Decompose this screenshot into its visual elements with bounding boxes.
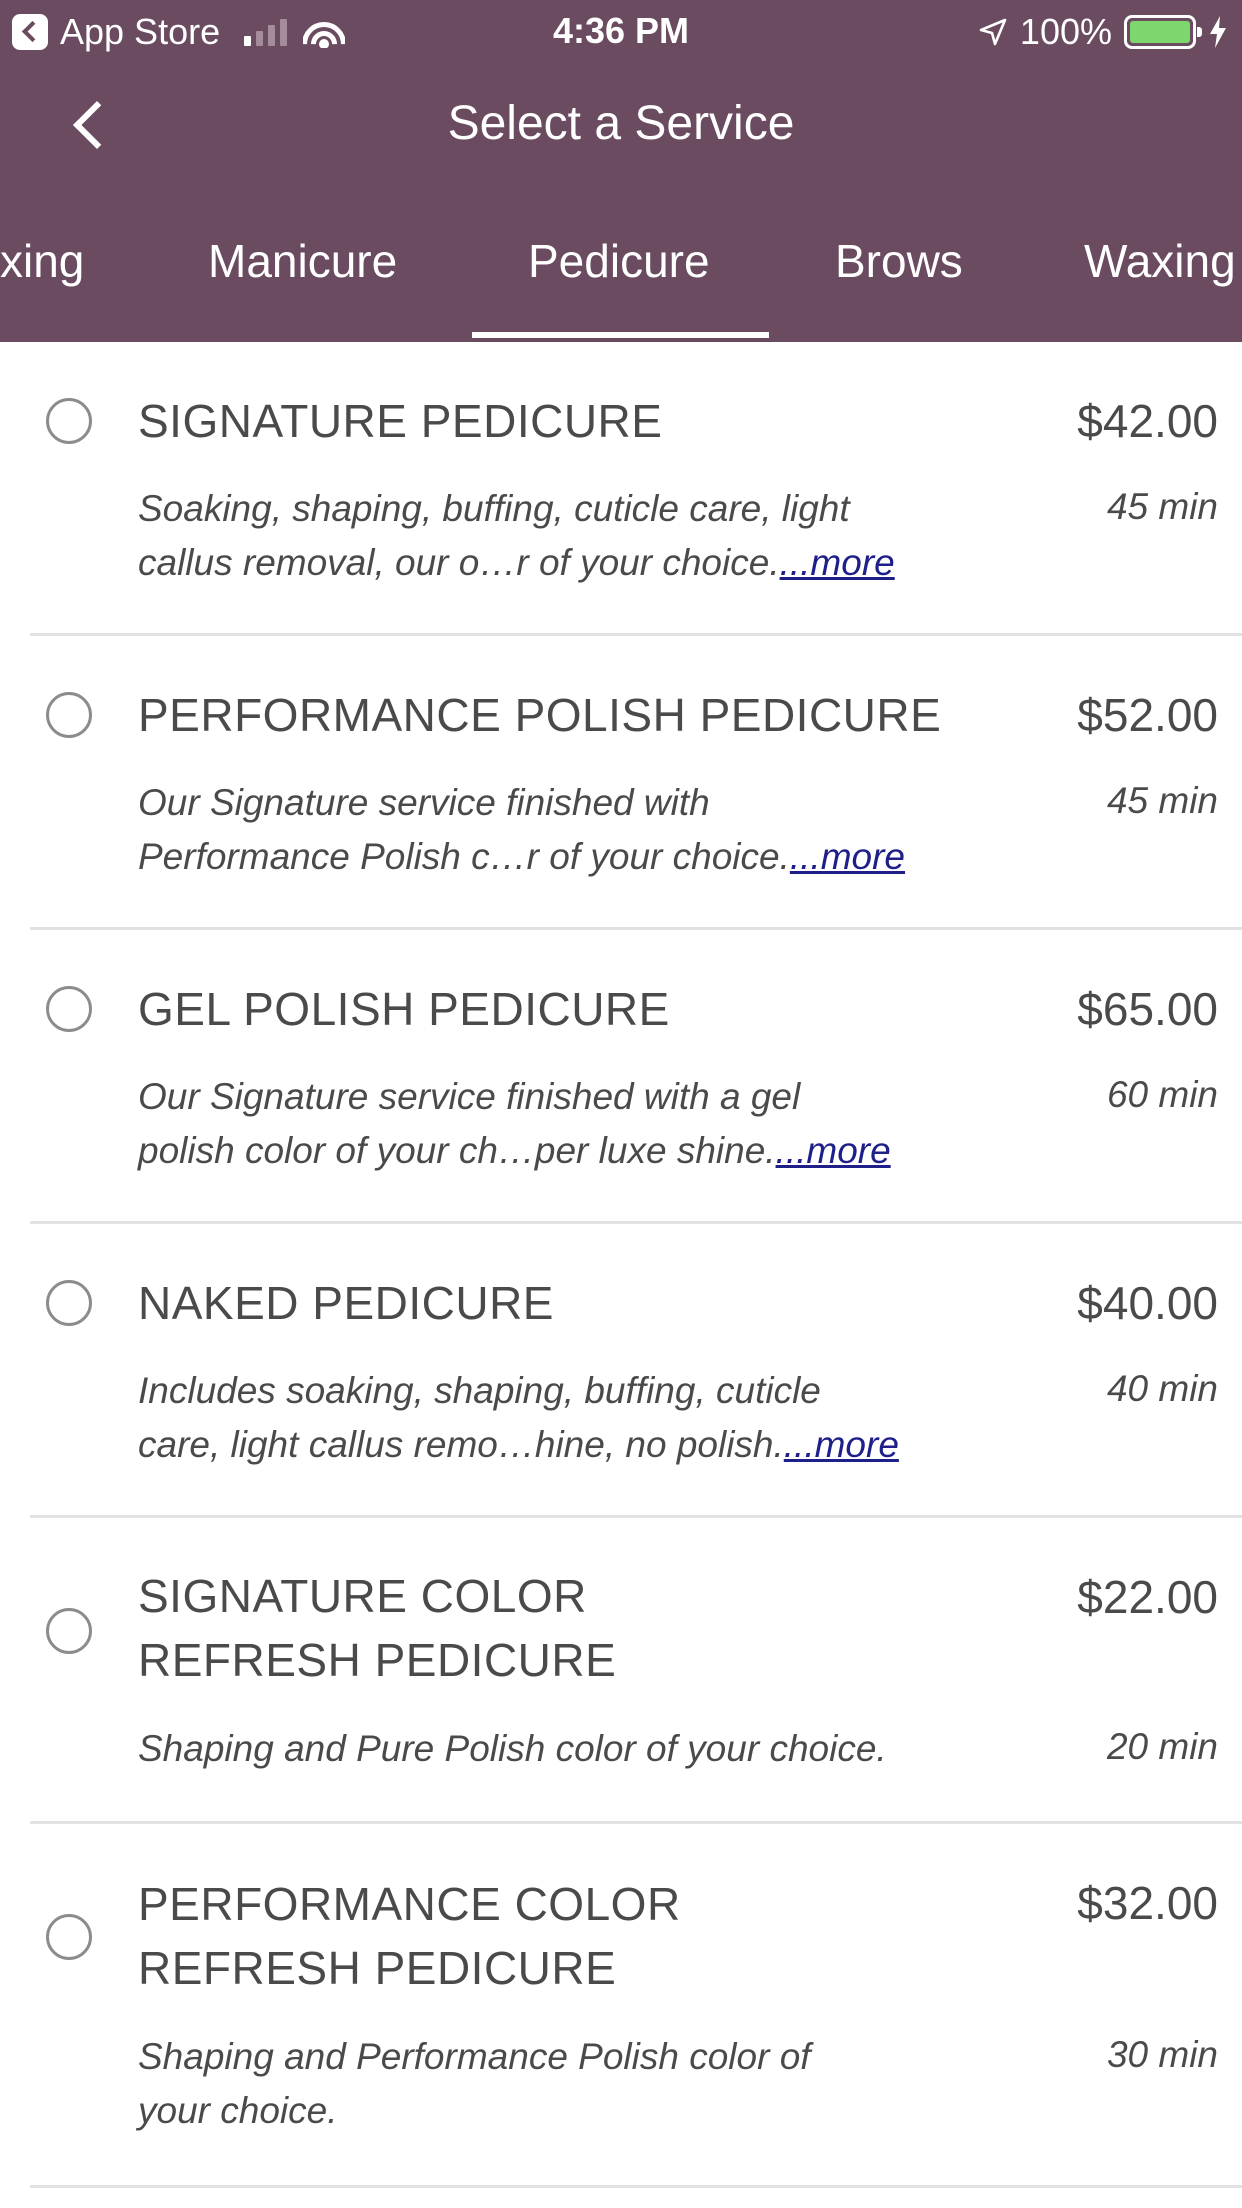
header: App Store 4:36 PM 100% Select a Service … (0, 0, 1242, 342)
service-price: $65.00 (1077, 983, 1218, 1035)
description-line: Our Signature service finished with a ge… (138, 1076, 801, 1117)
tab-waxing[interactable]: Waxing (1084, 234, 1236, 288)
description-line-2: Performance Polish c…r of your choice...… (138, 830, 998, 884)
description-text: polish color of your ch…per luxe shine. (138, 1130, 776, 1171)
service-description: Shaping and Pure Polish color of your ch… (138, 1722, 998, 1776)
tab-waxing-partial[interactable]: xing (0, 234, 84, 288)
description-line-2: callus removal, our o…r of your choice..… (138, 536, 998, 590)
service-description: Our Signature service finished with a ge… (138, 1070, 998, 1178)
tab-pedicure[interactable]: Pedicure (528, 234, 710, 288)
service-name: SIGNATURE PEDICURE (138, 395, 663, 447)
service-radio[interactable] (46, 1608, 92, 1654)
service-name: PERFORMANCE COLOR REFRESH PEDICURE (138, 1872, 958, 2000)
service-row[interactable]: PERFORMANCE POLISH PEDICURE $52.00 Our S… (0, 636, 1242, 930)
service-radio[interactable] (46, 1280, 92, 1326)
description-line: Shaping and Performance Polish color of (138, 2036, 811, 2077)
more-link[interactable]: ...more (780, 542, 895, 583)
service-radio[interactable] (46, 692, 92, 738)
battery-icon (1124, 15, 1202, 49)
more-link[interactable]: ...more (776, 1130, 891, 1171)
description-text: Performance Polish c…r of your choice. (138, 836, 790, 877)
category-tabs: xing Manicure Pedicure Brows Waxing (0, 228, 1242, 342)
service-description: Shaping and Performance Polish color of … (138, 2030, 998, 2138)
service-description: Soaking, shaping, buffing, cuticle care,… (138, 482, 998, 590)
service-price: $40.00 (1077, 1277, 1218, 1329)
service-duration: 20 min (1106, 1726, 1218, 1767)
description-line: Shaping and Pure Polish color of your ch… (138, 1728, 887, 1769)
description-text: callus removal, our o…r of your choice. (138, 542, 780, 583)
status-bar: App Store 4:36 PM 100% (0, 0, 1242, 62)
service-name-line: PERFORMANCE COLOR (138, 1878, 681, 1930)
service-row[interactable]: SIGNATURE COLOR REFRESH PEDICURE $22.00 … (0, 1518, 1242, 1824)
service-duration: 45 min (1106, 486, 1218, 527)
description-line: Soaking, shaping, buffing, cuticle care,… (138, 488, 850, 529)
service-name-line-2: REFRESH PEDICURE (138, 1634, 617, 1686)
service-name: PERFORMANCE POLISH PEDICURE (138, 689, 942, 741)
tab-selected-indicator (472, 332, 769, 338)
service-name-line: SIGNATURE COLOR (138, 1570, 587, 1622)
service-price: $42.00 (1077, 395, 1218, 447)
nav-bar: Select a Service (0, 62, 1242, 190)
service-name: NAKED PEDICURE (138, 1277, 554, 1329)
service-duration: 40 min (1106, 1368, 1218, 1409)
service-radio[interactable] (46, 1914, 92, 1960)
service-name-line-2: REFRESH PEDICURE (138, 1942, 617, 1994)
location-arrow-icon (979, 18, 1007, 46)
service-name: SIGNATURE COLOR REFRESH PEDICURE (138, 1564, 958, 1692)
service-price: $52.00 (1077, 689, 1218, 741)
status-right: 100% (978, 10, 1228, 54)
service-duration: 45 min (1106, 780, 1218, 821)
tab-brows[interactable]: Brows (835, 234, 963, 288)
description-line-2: care, light callus remo…hine, no polish.… (138, 1418, 998, 1472)
more-link[interactable]: ...more (784, 1424, 899, 1465)
service-price: $32.00 (1077, 1877, 1218, 1929)
service-duration: 60 min (1106, 1074, 1218, 1115)
service-name: GEL POLISH PEDICURE (138, 983, 670, 1035)
battery-percent: 100% (1019, 11, 1112, 52)
service-row[interactable]: GEL POLISH PEDICURE $65.00 Our Signature… (0, 930, 1242, 1224)
description-line-2: your choice. (138, 2090, 338, 2131)
page-title: Select a Service (447, 97, 795, 150)
description-line: Our Signature service finished with (138, 782, 710, 823)
service-radio[interactable] (46, 986, 92, 1032)
service-radio[interactable] (46, 398, 92, 444)
service-duration: 30 min (1106, 2034, 1218, 2075)
service-row[interactable]: SIGNATURE PEDICURE $42.00 Soaking, shapi… (0, 342, 1242, 636)
service-price: $22.00 (1077, 1571, 1218, 1623)
service-description: Our Signature service finished with Perf… (138, 776, 998, 884)
description-line-2: polish color of your ch…per luxe shine..… (138, 1124, 998, 1178)
description-line: Includes soaking, shaping, buffing, cuti… (138, 1370, 821, 1411)
tab-manicure[interactable]: Manicure (208, 234, 397, 288)
description-text: care, light callus remo…hine, no polish. (138, 1424, 784, 1465)
service-description: Includes soaking, shaping, buffing, cuti… (138, 1364, 998, 1472)
more-link[interactable]: ...more (790, 836, 905, 877)
service-row[interactable]: NAKED PEDICURE $40.00 Includes soaking, … (0, 1224, 1242, 1518)
charging-bolt-icon (1210, 16, 1226, 48)
row-divider (30, 2185, 1242, 2188)
service-row[interactable]: PERFORMANCE COLOR REFRESH PEDICURE $32.0… (0, 1824, 1242, 2188)
